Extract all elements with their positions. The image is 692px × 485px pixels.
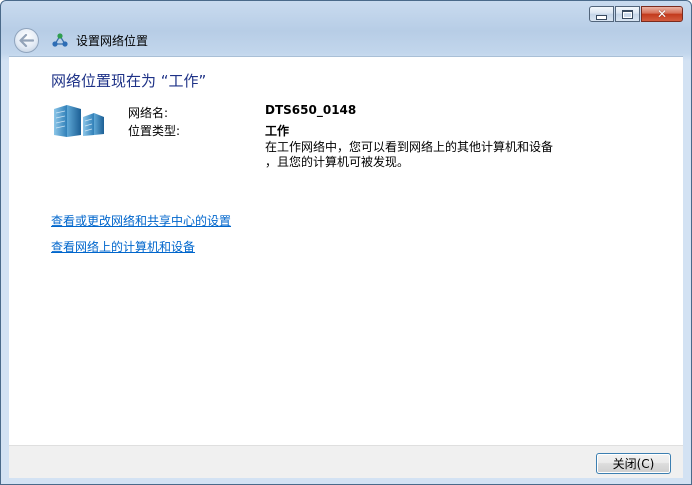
footer-bar: 关闭(C) <box>9 445 683 478</box>
description-line-2: ，且您的计算机可被发现。 <box>265 155 410 169</box>
network-building-icon <box>54 105 104 137</box>
page-heading: 网络位置现在为 “工作” <box>51 72 207 90</box>
network-name-value: DTS650_0148 <box>265 103 357 117</box>
back-button[interactable] <box>14 28 39 53</box>
maximize-icon <box>622 9 633 19</box>
network-icon <box>52 33 68 47</box>
description-line-1: 在工作网络中，您可以看到网络上的其他计算机和设备 <box>265 140 554 154</box>
maximize-button[interactable] <box>615 6 640 22</box>
caption-buttons: ✕ <box>588 6 683 22</box>
location-type-label: 位置类型: <box>128 124 181 138</box>
view-network-computers-link[interactable]: 查看网络上的计算机和设备 <box>51 238 195 255</box>
minimize-icon <box>596 14 607 20</box>
dialog-window: ✕ 设置网络位置 网络位置现在为 “工作” 网络名: DTS650_0148 位… <box>0 0 692 485</box>
content-panel: 网络位置现在为 “工作” 网络名: DTS650_0148 位置类型: 工作 在… <box>9 56 683 446</box>
network-sharing-center-link[interactable]: 查看或更改网络和共享中心的设置 <box>51 212 231 229</box>
close-window-button[interactable]: ✕ <box>641 6 683 22</box>
location-description: 在工作网络中，您可以看到网络上的其他计算机和设备 ，且您的计算机可被发现。 <box>265 140 605 170</box>
network-name-label: 网络名: <box>128 106 169 120</box>
close-button[interactable]: 关闭(C) <box>596 453 671 474</box>
window-title: 设置网络位置 <box>76 34 149 48</box>
close-icon: ✕ <box>656 7 668 21</box>
back-arrow-icon <box>19 34 34 47</box>
location-type-value: 工作 <box>265 124 290 138</box>
minimize-button[interactable] <box>589 6 614 22</box>
